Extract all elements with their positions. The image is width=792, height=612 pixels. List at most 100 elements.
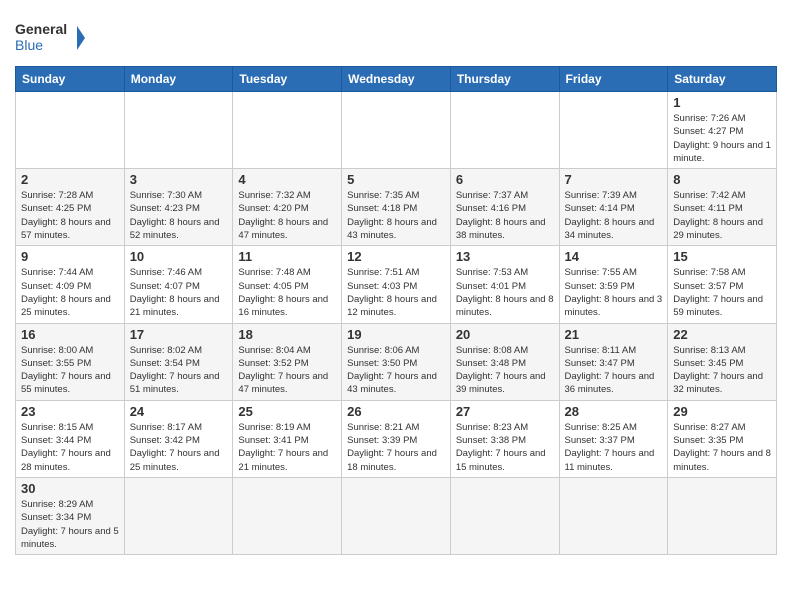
day-info: Sunrise: 8:04 AM Sunset: 3:52 PM Dayligh… bbox=[238, 344, 336, 397]
calendar-cell: 20Sunrise: 8:08 AM Sunset: 3:48 PM Dayli… bbox=[450, 323, 559, 400]
day-info: Sunrise: 7:28 AM Sunset: 4:25 PM Dayligh… bbox=[21, 189, 119, 242]
day-number: 4 bbox=[238, 172, 336, 187]
day-number: 26 bbox=[347, 404, 445, 419]
day-info: Sunrise: 8:27 AM Sunset: 3:35 PM Dayligh… bbox=[673, 421, 771, 474]
calendar-cell bbox=[233, 92, 342, 169]
day-number: 17 bbox=[130, 327, 228, 342]
calendar-cell: 10 Sunrise: 7:46 AM Sunset: 4:07 PM Dayli… bbox=[124, 246, 233, 323]
day-number: 15 bbox=[673, 249, 771, 264]
day-number: 24 bbox=[130, 404, 228, 419]
calendar-cell: 16Sunrise: 8:00 AM Sunset: 3:55 PM Dayli… bbox=[16, 323, 125, 400]
day-info: Sunrise: 7:26 AM Sunset: 4:27 PM Dayligh… bbox=[673, 112, 771, 165]
calendar-cell: 4 Sunrise: 7:32 AM Sunset: 4:20 PM Daylig… bbox=[233, 169, 342, 246]
weekday-header-thursday: Thursday bbox=[450, 67, 559, 92]
calendar-cell: 8 Sunrise: 7:42 AM Sunset: 4:11 PM Daylig… bbox=[668, 169, 777, 246]
calendar-cell: 9 Sunrise: 7:44 AM Sunset: 4:09 PM Daylig… bbox=[16, 246, 125, 323]
calendar-cell: 28Sunrise: 8:25 AM Sunset: 3:37 PM Dayli… bbox=[559, 400, 668, 477]
day-info: Sunrise: 8:15 AM Sunset: 3:44 PM Dayligh… bbox=[21, 421, 119, 474]
day-number: 18 bbox=[238, 327, 336, 342]
day-info: Sunrise: 7:55 AM Sunset: 3:59 PM Dayligh… bbox=[565, 266, 663, 319]
calendar-week-5: 30Sunrise: 8:29 AM Sunset: 3:34 PM Dayli… bbox=[16, 477, 777, 554]
weekday-header-friday: Friday bbox=[559, 67, 668, 92]
calendar-cell: 21Sunrise: 8:11 AM Sunset: 3:47 PM Dayli… bbox=[559, 323, 668, 400]
calendar-week-0: 1 Sunrise: 7:26 AM Sunset: 4:27 PM Daylig… bbox=[16, 92, 777, 169]
day-info: Sunrise: 8:08 AM Sunset: 3:48 PM Dayligh… bbox=[456, 344, 554, 397]
day-number: 1 bbox=[673, 95, 771, 110]
calendar-cell bbox=[342, 92, 451, 169]
day-number: 27 bbox=[456, 404, 554, 419]
calendar-cell bbox=[124, 477, 233, 554]
day-number: 5 bbox=[347, 172, 445, 187]
day-number: 13 bbox=[456, 249, 554, 264]
day-info: Sunrise: 8:21 AM Sunset: 3:39 PM Dayligh… bbox=[347, 421, 445, 474]
calendar-cell: 5 Sunrise: 7:35 AM Sunset: 4:18 PM Daylig… bbox=[342, 169, 451, 246]
generalblue-logo-svg: General Blue bbox=[15, 18, 85, 58]
calendar-cell: 18 Sunrise: 8:04 AM Sunset: 3:52 PM Dayli… bbox=[233, 323, 342, 400]
calendar-cell: 3 Sunrise: 7:30 AM Sunset: 4:23 PM Daylig… bbox=[124, 169, 233, 246]
day-info: Sunrise: 8:19 AM Sunset: 3:41 PM Dayligh… bbox=[238, 421, 336, 474]
calendar-cell bbox=[450, 477, 559, 554]
calendar-cell: 12Sunrise: 7:51 AM Sunset: 4:03 PM Dayli… bbox=[342, 246, 451, 323]
day-info: Sunrise: 8:02 AM Sunset: 3:54 PM Dayligh… bbox=[130, 344, 228, 397]
day-info: Sunrise: 8:29 AM Sunset: 3:34 PM Dayligh… bbox=[21, 498, 119, 551]
day-info: Sunrise: 7:48 AM Sunset: 4:05 PM Dayligh… bbox=[238, 266, 336, 319]
calendar-cell: 29Sunrise: 8:27 AM Sunset: 3:35 PM Dayli… bbox=[668, 400, 777, 477]
day-number: 2 bbox=[21, 172, 119, 187]
day-info: Sunrise: 8:06 AM Sunset: 3:50 PM Dayligh… bbox=[347, 344, 445, 397]
calendar-cell: 27 Sunrise: 8:23 AM Sunset: 3:38 PM Dayli… bbox=[450, 400, 559, 477]
svg-text:Blue: Blue bbox=[15, 37, 43, 53]
calendar-cell bbox=[233, 477, 342, 554]
day-info: Sunrise: 7:46 AM Sunset: 4:07 PM Dayligh… bbox=[130, 266, 228, 319]
page-header: General Blue bbox=[15, 10, 777, 58]
day-number: 11 bbox=[238, 249, 336, 264]
day-info: Sunrise: 7:35 AM Sunset: 4:18 PM Dayligh… bbox=[347, 189, 445, 242]
day-info: Sunrise: 7:32 AM Sunset: 4:20 PM Dayligh… bbox=[238, 189, 336, 242]
day-info: Sunrise: 7:37 AM Sunset: 4:16 PM Dayligh… bbox=[456, 189, 554, 242]
calendar-table: SundayMondayTuesdayWednesdayThursdayFrid… bbox=[15, 66, 777, 555]
day-number: 14 bbox=[565, 249, 663, 264]
calendar-week-3: 16Sunrise: 8:00 AM Sunset: 3:55 PM Dayli… bbox=[16, 323, 777, 400]
svg-text:General: General bbox=[15, 21, 67, 37]
calendar-cell: 1 Sunrise: 7:26 AM Sunset: 4:27 PM Daylig… bbox=[668, 92, 777, 169]
calendar-cell bbox=[16, 92, 125, 169]
day-number: 7 bbox=[565, 172, 663, 187]
day-info: Sunrise: 7:53 AM Sunset: 4:01 PM Dayligh… bbox=[456, 266, 554, 319]
weekday-header-saturday: Saturday bbox=[668, 67, 777, 92]
calendar-cell: 14 Sunrise: 7:55 AM Sunset: 3:59 PM Dayli… bbox=[559, 246, 668, 323]
calendar-cell bbox=[342, 477, 451, 554]
day-number: 8 bbox=[673, 172, 771, 187]
calendar-week-2: 9 Sunrise: 7:44 AM Sunset: 4:09 PM Daylig… bbox=[16, 246, 777, 323]
day-info: Sunrise: 7:42 AM Sunset: 4:11 PM Dayligh… bbox=[673, 189, 771, 242]
calendar-cell: 24Sunrise: 8:17 AM Sunset: 3:42 PM Dayli… bbox=[124, 400, 233, 477]
calendar-cell: 22Sunrise: 8:13 AM Sunset: 3:45 PM Dayli… bbox=[668, 323, 777, 400]
weekday-header-row: SundayMondayTuesdayWednesdayThursdayFrid… bbox=[16, 67, 777, 92]
day-info: Sunrise: 7:51 AM Sunset: 4:03 PM Dayligh… bbox=[347, 266, 445, 319]
calendar-cell: 17 Sunrise: 8:02 AM Sunset: 3:54 PM Dayli… bbox=[124, 323, 233, 400]
calendar-header: SundayMondayTuesdayWednesdayThursdayFrid… bbox=[16, 67, 777, 92]
calendar-cell bbox=[559, 92, 668, 169]
calendar-cell: 23 Sunrise: 8:15 AM Sunset: 3:44 PM Dayli… bbox=[16, 400, 125, 477]
calendar-cell: 11 Sunrise: 7:48 AM Sunset: 4:05 PM Dayli… bbox=[233, 246, 342, 323]
calendar-cell: 25Sunrise: 8:19 AM Sunset: 3:41 PM Dayli… bbox=[233, 400, 342, 477]
calendar-cell: 15Sunrise: 7:58 AM Sunset: 3:57 PM Dayli… bbox=[668, 246, 777, 323]
calendar-cell: 6Sunrise: 7:37 AM Sunset: 4:16 PM Daylig… bbox=[450, 169, 559, 246]
day-number: 19 bbox=[347, 327, 445, 342]
calendar-cell: 26 Sunrise: 8:21 AM Sunset: 3:39 PM Dayli… bbox=[342, 400, 451, 477]
calendar-cell: 13 Sunrise: 7:53 AM Sunset: 4:01 PM Dayli… bbox=[450, 246, 559, 323]
day-number: 10 bbox=[130, 249, 228, 264]
day-info: Sunrise: 7:30 AM Sunset: 4:23 PM Dayligh… bbox=[130, 189, 228, 242]
day-number: 23 bbox=[21, 404, 119, 419]
day-info: Sunrise: 7:44 AM Sunset: 4:09 PM Dayligh… bbox=[21, 266, 119, 319]
day-info: Sunrise: 8:23 AM Sunset: 3:38 PM Dayligh… bbox=[456, 421, 554, 474]
calendar-week-1: 2 Sunrise: 7:28 AM Sunset: 4:25 PM Daylig… bbox=[16, 169, 777, 246]
weekday-header-monday: Monday bbox=[124, 67, 233, 92]
day-number: 21 bbox=[565, 327, 663, 342]
day-number: 3 bbox=[130, 172, 228, 187]
day-info: Sunrise: 7:39 AM Sunset: 4:14 PM Dayligh… bbox=[565, 189, 663, 242]
calendar-cell bbox=[559, 477, 668, 554]
weekday-header-wednesday: Wednesday bbox=[342, 67, 451, 92]
calendar-cell: 30Sunrise: 8:29 AM Sunset: 3:34 PM Dayli… bbox=[16, 477, 125, 554]
calendar-cell: 7 Sunrise: 7:39 AM Sunset: 4:14 PM Daylig… bbox=[559, 169, 668, 246]
day-info: Sunrise: 8:25 AM Sunset: 3:37 PM Dayligh… bbox=[565, 421, 663, 474]
day-number: 9 bbox=[21, 249, 119, 264]
